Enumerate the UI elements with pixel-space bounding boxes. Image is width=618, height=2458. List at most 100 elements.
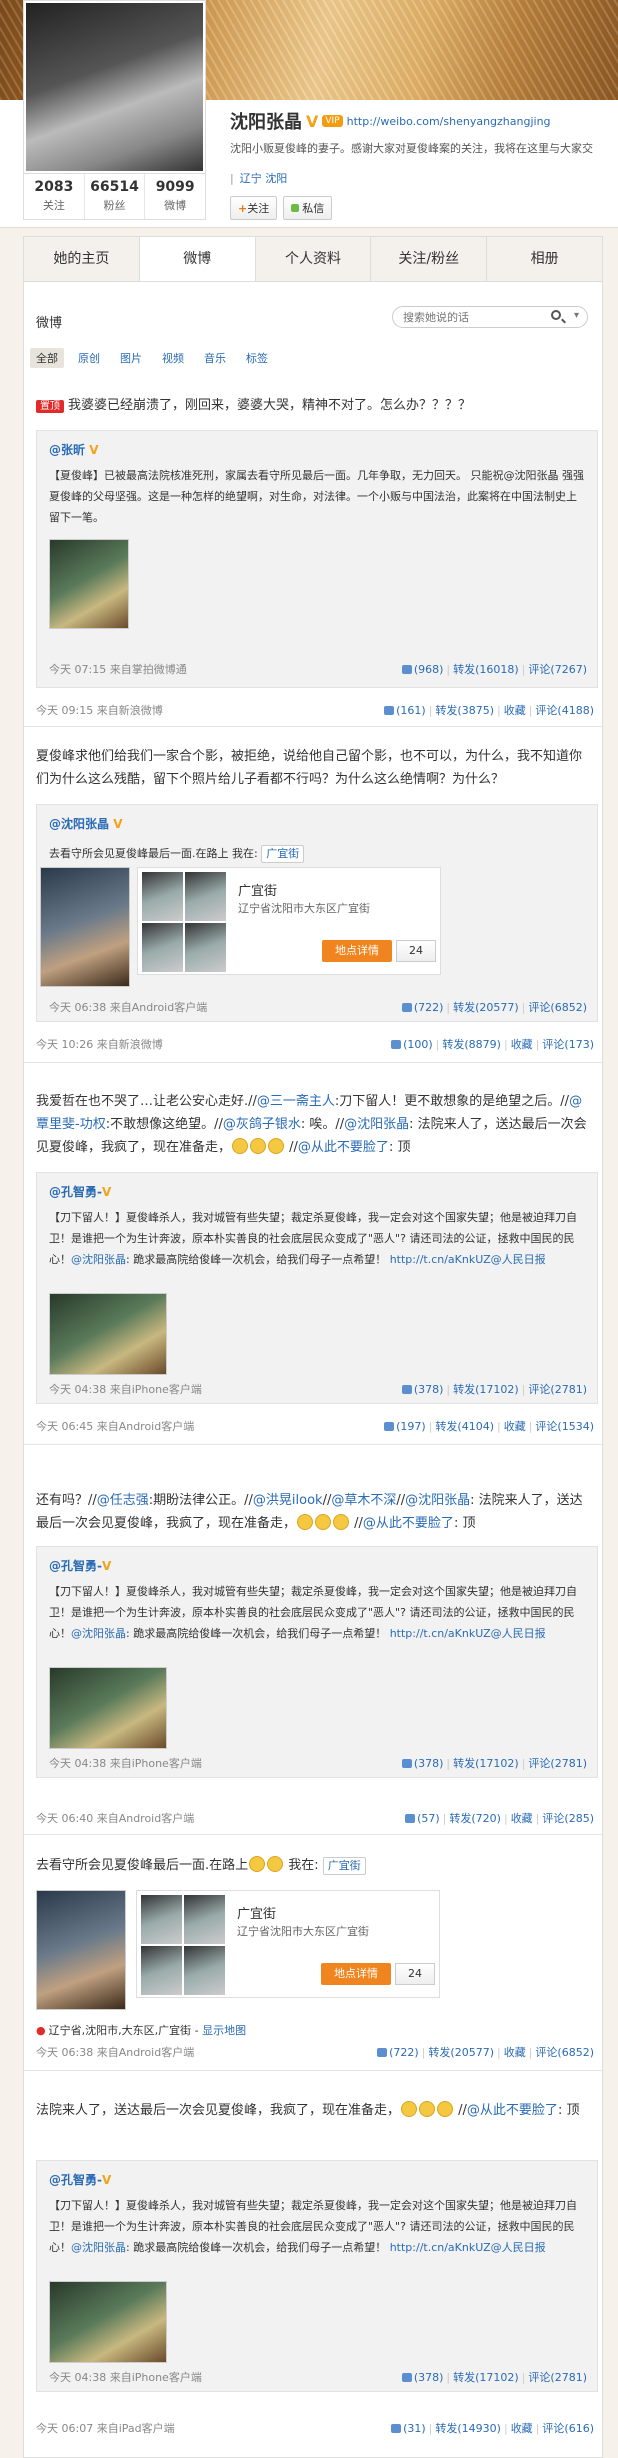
stat-posts[interactable]: 9099 微博 [145, 174, 205, 219]
quote-timestamp[interactable]: 今天 07:15 来自掌拍微博通 [49, 663, 187, 676]
post-timestamp[interactable]: 今天 06:40 来自Android客户端 [36, 1812, 194, 1825]
mention-link[interactable]: @人民日报 [491, 1627, 546, 1640]
comment-button[interactable]: 评论(173) [542, 1038, 594, 1051]
place-card[interactable]: 广宜街 辽宁省沈阳市大东区广宜街 地点详情 24 [137, 867, 441, 975]
filter-video[interactable]: 视频 [156, 348, 190, 368]
mention-link[interactable]: @三一斋主人 [257, 1094, 335, 1109]
like-button[interactable]: (968) [401, 663, 443, 676]
mention-link[interactable]: @人民日报 [491, 2241, 546, 2254]
comment-button[interactable]: 评论(1534) [535, 1420, 594, 1433]
follow-button[interactable]: +关注 [230, 196, 278, 220]
mention-link[interactable]: @从此不要脸了 [298, 1140, 389, 1155]
filter-images[interactable]: 图片 [114, 348, 148, 368]
post-timestamp[interactable]: 今天 06:07 来自iPad客户端 [36, 2422, 175, 2435]
short-link[interactable]: http://t.cn/aKnkUZ [390, 2241, 491, 2254]
like-button[interactable]: (722) [377, 2046, 419, 2059]
comment-button[interactable]: 评论(6852) [535, 2046, 594, 2059]
forward-button[interactable]: 转发(720) [449, 1812, 501, 1825]
forward-button[interactable]: 转发(8879) [442, 1038, 501, 1051]
mention-link[interactable]: @从此不要脸了 [467, 2103, 558, 2118]
quote-image[interactable] [40, 867, 130, 987]
like-button[interactable]: (100) [391, 1038, 433, 1051]
mention-link[interactable]: @沈阳张晶 [344, 1117, 409, 1132]
stat-followers[interactable]: 66514 粉丝 [85, 174, 146, 219]
post-timestamp[interactable]: 今天 06:45 来自Android客户端 [36, 1420, 194, 1433]
place-chip[interactable]: 广宜街 [261, 845, 305, 863]
tab-home[interactable]: 她的主页 [24, 237, 140, 282]
like-button[interactable]: (378) [401, 1383, 443, 1396]
quote-image[interactable] [49, 1667, 167, 1749]
place-card[interactable]: 广宜街 辽宁省沈阳市大东区广宜街 地点详情 24 [136, 1890, 440, 1998]
place-details-button[interactable]: 地点详情 [321, 1963, 391, 1985]
mention-link[interactable]: @沈阳张晶 [71, 1627, 126, 1640]
filter-tags[interactable]: 标签 [240, 348, 274, 368]
place-like-button[interactable]: 24 [395, 1963, 435, 1985]
place-details-button[interactable]: 地点详情 [322, 940, 392, 962]
avatar[interactable] [23, 0, 206, 174]
like-button[interactable]: (378) [401, 2371, 443, 2384]
forward-button[interactable]: 转发(3875) [435, 704, 494, 717]
quote-timestamp[interactable]: 今天 04:38 来自iPhone客户端 [49, 2371, 202, 2384]
quote-author-name[interactable]: @孔智勇- [49, 1559, 102, 1573]
comment-button[interactable]: 评论(2781) [528, 1383, 587, 1396]
message-button[interactable]: 私信 [283, 196, 333, 220]
post-timestamp[interactable]: 今天 09:15 来自新浪微博 [36, 704, 163, 717]
like-button[interactable]: (197) [384, 1420, 426, 1433]
short-link[interactable]: http://t.cn/aKnkUZ [390, 1627, 491, 1640]
like-button[interactable]: (378) [401, 1757, 443, 1770]
search-box[interactable]: ▾ [392, 306, 588, 328]
favorite-button[interactable]: 收藏 [511, 2422, 533, 2435]
comment-button[interactable]: 评论(2781) [528, 2371, 587, 2384]
mention-link[interactable]: @沈阳张晶 [405, 1493, 470, 1508]
comment-button[interactable]: 评论(616) [542, 2422, 594, 2435]
favorite-button[interactable]: 收藏 [504, 704, 526, 717]
favorite-button[interactable]: 收藏 [504, 1420, 526, 1433]
quote-author[interactable]: @沈阳张晶 V [49, 815, 123, 832]
comment-button[interactable]: 评论(2781) [528, 1757, 587, 1770]
tab-follow[interactable]: 关注/粉丝 [371, 237, 488, 282]
forward-button[interactable]: 转发(17102) [453, 1757, 519, 1770]
mention-link[interactable]: @任志强 [97, 1493, 149, 1508]
place-chip[interactable]: 广宜街 [322, 1857, 366, 1875]
mention-link[interactable]: @从此不要脸了 [363, 1516, 454, 1531]
stat-following[interactable]: 2083 关注 [24, 174, 85, 219]
quote-author-name[interactable]: @沈阳张晶 [49, 817, 109, 831]
forward-button[interactable]: 转发(4104) [435, 1420, 494, 1433]
chevron-down-icon[interactable]: ▾ [574, 310, 579, 321]
quote-timestamp[interactable]: 今天 04:38 来自iPhone客户端 [49, 1383, 202, 1396]
quote-image[interactable] [49, 1293, 167, 1375]
forward-button[interactable]: 转发(17102) [453, 1383, 519, 1396]
favorite-button[interactable]: 收藏 [511, 1038, 533, 1051]
mention-link[interactable]: @人民日报 [491, 1253, 546, 1266]
forward-button[interactable]: 转发(14930) [435, 2422, 501, 2435]
like-button[interactable]: (722) [401, 1001, 443, 1014]
quote-author[interactable]: @张昕 V [49, 441, 99, 458]
location-city[interactable]: 沈阳 [265, 172, 287, 185]
post-image[interactable] [36, 1890, 126, 2010]
quote-image[interactable] [49, 539, 129, 629]
post-timestamp[interactable]: 今天 10:26 来自新浪微博 [36, 1038, 163, 1051]
mention-link[interactable]: @沈阳张晶 [71, 2241, 126, 2254]
quote-author[interactable]: @孔智勇-V [49, 1557, 111, 1574]
filter-all[interactable]: 全部 [30, 348, 64, 368]
quote-author[interactable]: @孔智勇-V [49, 1183, 111, 1200]
forward-button[interactable]: 转发(20577) [428, 2046, 494, 2059]
comment-button[interactable]: 评论(4188) [535, 704, 594, 717]
forward-button[interactable]: 转发(17102) [453, 2371, 519, 2384]
short-link[interactable]: http://t.cn/aKnkUZ [390, 1253, 491, 1266]
comment-button[interactable]: 评论(285) [542, 1812, 594, 1825]
like-button[interactable]: (161) [384, 704, 426, 717]
location-region[interactable]: 辽宁 [240, 172, 262, 185]
mention-link[interactable]: @草木不深 [331, 1493, 396, 1508]
tab-album[interactable]: 相册 [487, 237, 602, 282]
filter-original[interactable]: 原创 [72, 348, 106, 368]
quote-author[interactable]: @孔智勇-V [49, 2171, 111, 2188]
mention-link[interactable]: @沈阳张晶 [71, 1253, 126, 1266]
show-map-link[interactable]: 显示地图 [202, 2024, 246, 2037]
tab-weibo[interactable]: 微博 [139, 237, 256, 282]
quote-timestamp[interactable]: 今天 06:38 来自Android客户端 [49, 1001, 207, 1014]
quote-author-name[interactable]: @孔智勇- [49, 1185, 102, 1199]
forward-button[interactable]: 转发(16018) [453, 663, 519, 676]
favorite-button[interactable]: 收藏 [504, 2046, 526, 2059]
place-like-button[interactable]: 24 [396, 940, 436, 962]
